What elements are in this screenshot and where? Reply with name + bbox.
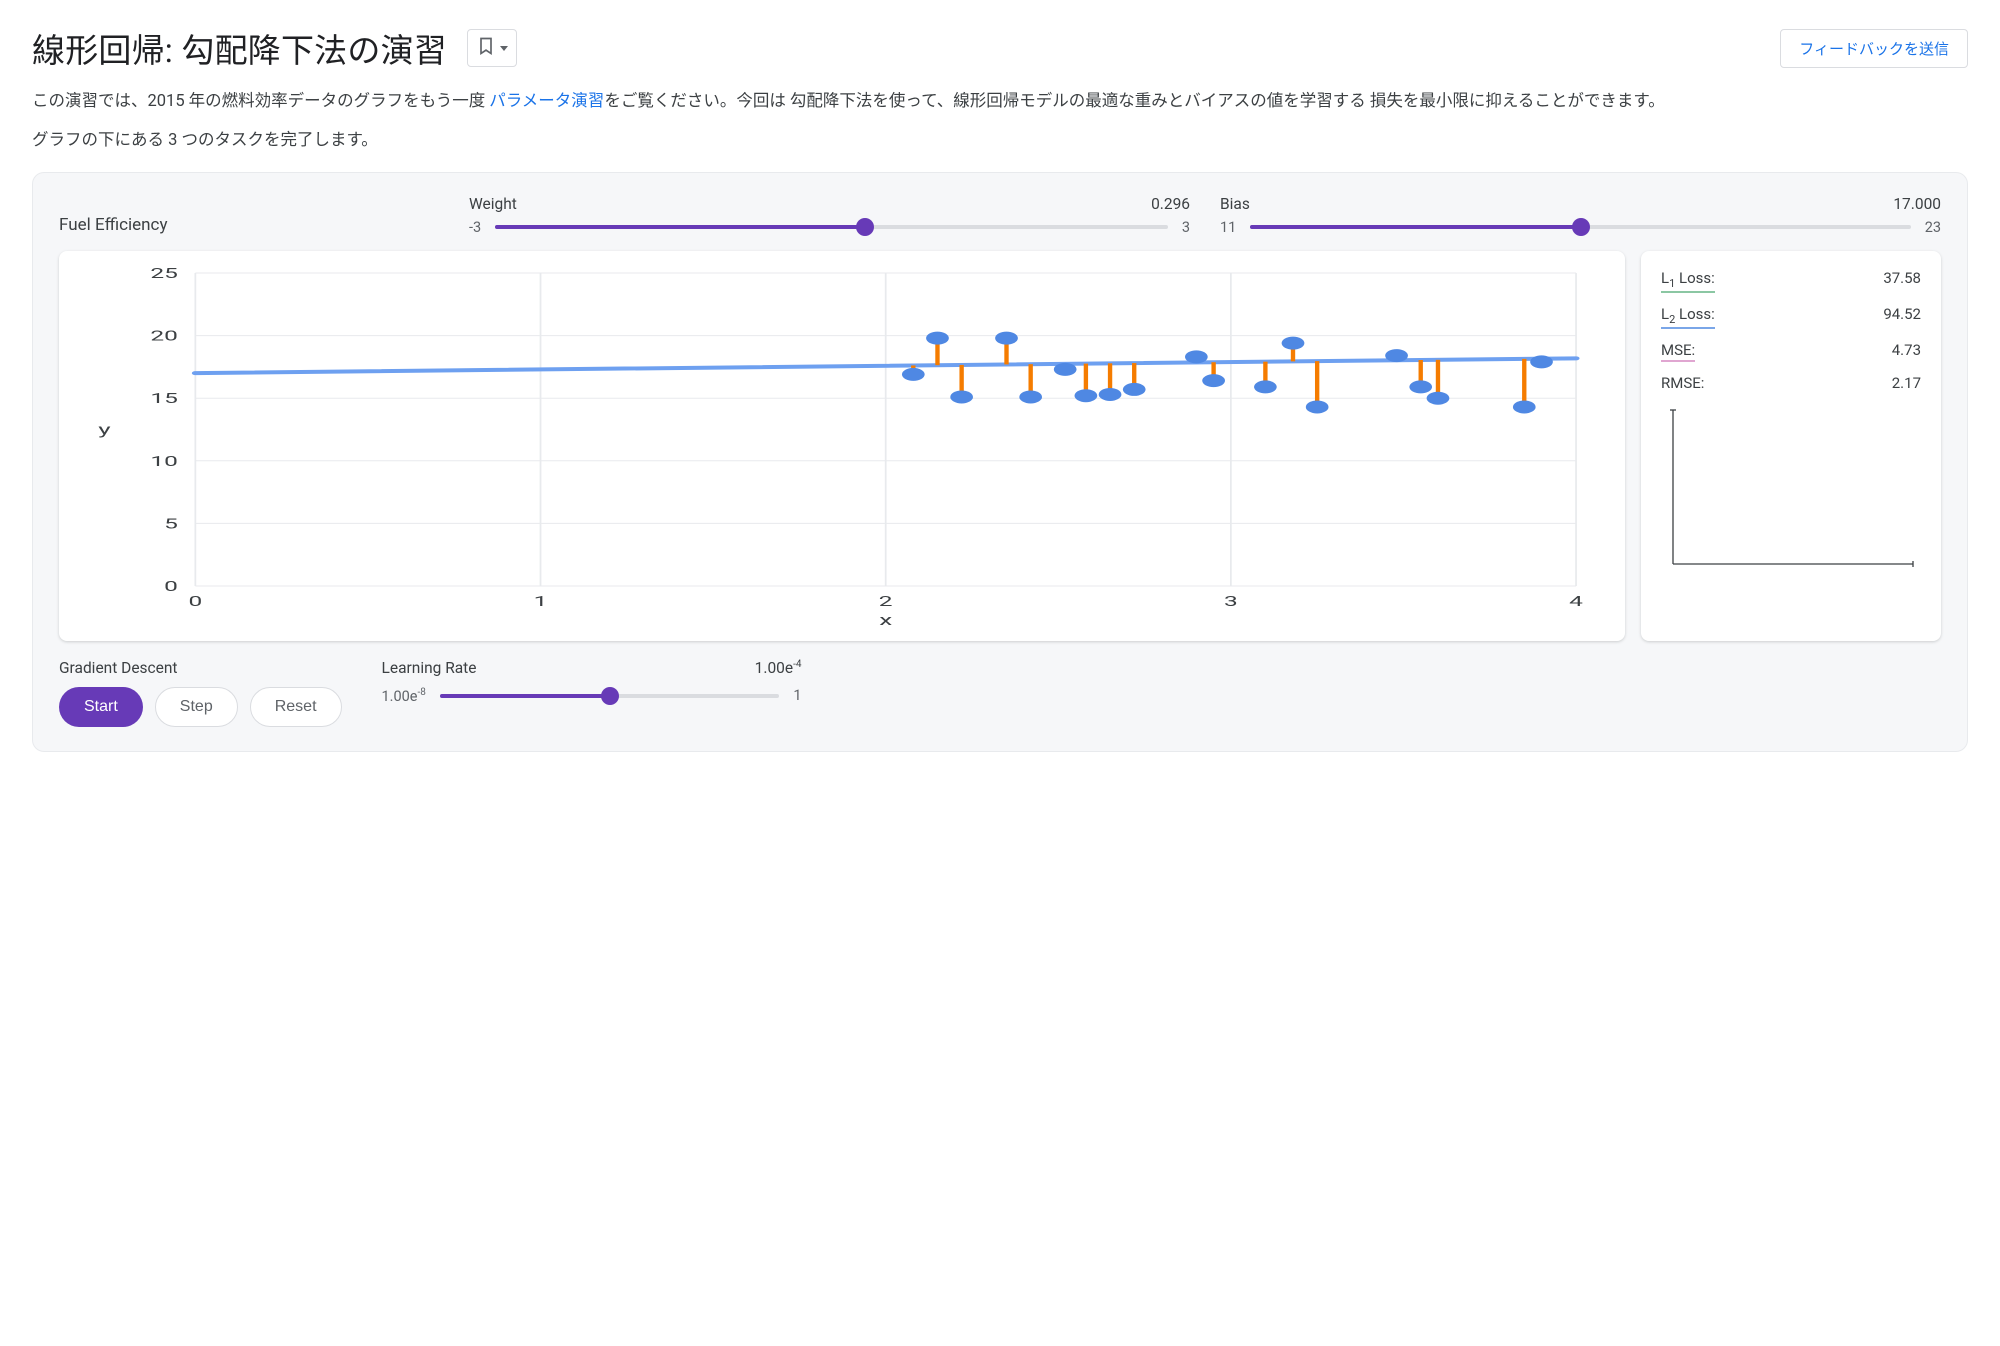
svg-text:1: 1 <box>534 594 548 610</box>
weight-min: -3 <box>469 219 481 236</box>
metrics-panel: L1 Loss: 37.58 L2 Loss: 94.52 MSE: 4.73 … <box>1641 251 1941 641</box>
l1-loss-label: L1 Loss: <box>1661 269 1715 293</box>
scatter-chart: 0 5 10 15 20 25 0 1 2 3 4 x y <box>59 251 1625 641</box>
intro-paragraph-2: グラフの下にある 3 つのタスクを完了します。 <box>32 127 1968 154</box>
lr-min: 1.00e-8 <box>382 687 426 705</box>
bias-label: Bias <box>1220 195 1250 213</box>
l2-loss-label: L2 Loss: <box>1661 305 1715 329</box>
intro-paragraph-1: この演習では、2015 年の燃料効率データのグラフをもう一度 パラメータ演習をご… <box>32 88 1968 115</box>
svg-text:x: x <box>879 612 893 630</box>
gradient-descent-widget: Fuel Efficiency Weight 0.296 -3 3 Bias 1… <box>32 172 1968 752</box>
weight-value: 0.296 <box>1151 195 1190 213</box>
learning-rate-label: Learning Rate <box>382 659 477 677</box>
gradient-descent-label: Gradient Descent <box>59 659 342 677</box>
svg-text:4: 4 <box>1569 594 1583 610</box>
svg-text:2: 2 <box>879 594 893 610</box>
page-title: 線形回帰: 勾配降下法の演習 <box>32 24 447 72</box>
svg-text:25: 25 <box>150 266 178 282</box>
lr-max: 1 <box>793 687 801 704</box>
learning-rate-slider[interactable] <box>440 686 779 706</box>
bias-slider[interactable] <box>1250 217 1910 237</box>
mse-label: MSE: <box>1661 341 1695 362</box>
bias-min: 11 <box>1220 219 1236 236</box>
loss-history-miniplot <box>1661 404 1921 578</box>
chart-title: Fuel Efficiency <box>59 195 439 235</box>
start-button[interactable]: Start <box>59 687 143 727</box>
chevron-down-icon <box>500 46 508 51</box>
bias-value: 17.000 <box>1893 195 1941 213</box>
bias-max: 23 <box>1925 219 1941 236</box>
send-feedback-button[interactable]: フィードバックを送信 <box>1780 29 1968 68</box>
svg-text:15: 15 <box>150 391 178 407</box>
svg-text:y: y <box>98 422 110 440</box>
weight-slider-block: Weight 0.296 -3 3 <box>469 195 1190 237</box>
mse-value: 4.73 <box>1892 341 1921 362</box>
weight-slider[interactable] <box>495 217 1168 237</box>
svg-text:0: 0 <box>164 579 178 595</box>
l2-loss-value: 94.52 <box>1883 305 1921 329</box>
svg-text:5: 5 <box>164 516 178 532</box>
svg-text:3: 3 <box>1224 594 1238 610</box>
rmse-label: RMSE: <box>1661 374 1704 392</box>
reset-button[interactable]: Reset <box>250 687 342 727</box>
weight-max: 3 <box>1182 219 1190 236</box>
bookmark-button[interactable] <box>467 29 517 67</box>
l1-loss-value: 37.58 <box>1883 269 1921 293</box>
parameter-exercise-link[interactable]: パラメータ演習 <box>489 92 604 111</box>
svg-text:10: 10 <box>150 454 178 470</box>
step-button[interactable]: Step <box>155 687 238 727</box>
bias-slider-block: Bias 17.000 11 23 <box>1220 195 1941 237</box>
weight-label: Weight <box>469 195 517 213</box>
bookmark-icon <box>476 36 496 60</box>
svg-text:20: 20 <box>150 328 178 344</box>
learning-rate-value: 1.00e-4 <box>755 659 802 677</box>
svg-text:0: 0 <box>188 594 202 610</box>
rmse-value: 2.17 <box>1892 374 1921 392</box>
